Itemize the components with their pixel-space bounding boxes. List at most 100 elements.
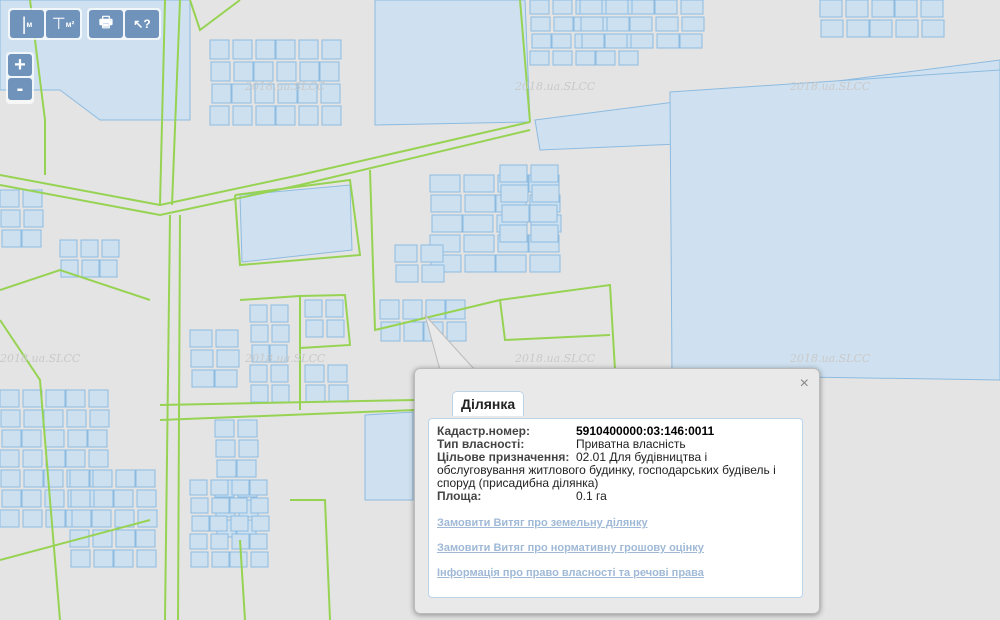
parcel[interactable] <box>656 33 680 49</box>
parcel[interactable] <box>22 389 43 408</box>
parcel[interactable] <box>553 16 574 32</box>
parcel[interactable] <box>604 33 628 49</box>
parcel[interactable] <box>869 19 893 38</box>
parcel[interactable] <box>495 254 527 273</box>
parcel[interactable] <box>463 234 495 253</box>
parcel[interactable] <box>463 174 495 193</box>
parcel[interactable] <box>321 105 342 126</box>
parcel[interactable] <box>395 264 419 283</box>
parcel[interactable] <box>630 33 654 49</box>
parcel[interactable] <box>43 409 64 428</box>
parcel[interactable] <box>394 244 418 263</box>
order-valuation-extract-link[interactable]: Замовити Витяг про нормативну грошову оц… <box>437 542 794 555</box>
parcel[interactable] <box>70 489 91 508</box>
parcel[interactable] <box>238 439 259 458</box>
parcel[interactable] <box>0 449 20 468</box>
parcel[interactable] <box>88 449 109 468</box>
parcel[interactable] <box>229 551 248 568</box>
parcel[interactable] <box>255 39 276 60</box>
parcel[interactable] <box>298 105 319 126</box>
parcel[interactable] <box>255 105 276 126</box>
parcel[interactable] <box>631 0 655 15</box>
parcel[interactable] <box>304 299 323 318</box>
parcel[interactable] <box>420 244 444 263</box>
parcel[interactable] <box>298 39 319 60</box>
parcel[interactable] <box>819 0 843 18</box>
parcel[interactable] <box>249 533 268 550</box>
parcel[interactable] <box>249 364 268 383</box>
parcel[interactable] <box>214 419 235 438</box>
parcel[interactable] <box>135 529 156 548</box>
parcel[interactable] <box>305 384 326 403</box>
parcel[interactable] <box>820 19 844 38</box>
parcel[interactable] <box>325 299 344 318</box>
parcel[interactable] <box>44 429 65 448</box>
parcel[interactable] <box>236 459 257 478</box>
parcel[interactable] <box>229 497 248 514</box>
parcel[interactable] <box>233 61 254 82</box>
parcel[interactable] <box>464 194 496 213</box>
parcel[interactable] <box>91 509 112 528</box>
parcel[interactable] <box>500 184 529 203</box>
parcel[interactable] <box>551 33 572 49</box>
parcel[interactable] <box>249 479 268 496</box>
parcel[interactable] <box>920 0 944 18</box>
parcel[interactable] <box>23 469 44 488</box>
parcel[interactable] <box>21 429 42 448</box>
parcel[interactable] <box>680 0 704 15</box>
parcel[interactable] <box>215 329 239 348</box>
parcel[interactable] <box>250 384 269 403</box>
parcel[interactable] <box>529 204 558 223</box>
parcel[interactable] <box>618 50 639 66</box>
parcel[interactable] <box>679 33 703 49</box>
parcel[interactable] <box>845 0 869 18</box>
parcel[interactable] <box>137 509 158 528</box>
parcel[interactable] <box>93 549 114 568</box>
parcel[interactable] <box>654 0 678 15</box>
parcel[interactable] <box>136 489 157 508</box>
measure-length-button[interactable]: | м <box>10 10 44 38</box>
ownership-rights-info-link[interactable]: Інформація про право власності та речові… <box>437 567 794 580</box>
parcel[interactable] <box>23 209 44 228</box>
parcel[interactable] <box>93 489 114 508</box>
parcel[interactable] <box>189 533 208 550</box>
parcel[interactable] <box>1 429 22 448</box>
parcel[interactable] <box>321 39 342 60</box>
parcel[interactable] <box>23 409 44 428</box>
parcel[interactable] <box>211 83 232 104</box>
parcel[interactable] <box>327 364 348 383</box>
parcel[interactable] <box>530 224 559 243</box>
parcel[interactable] <box>209 39 230 60</box>
parcel[interactable] <box>210 533 229 550</box>
parcel[interactable] <box>531 33 552 49</box>
parcel[interactable] <box>237 419 258 438</box>
parcel[interactable] <box>579 0 603 15</box>
parcel[interactable] <box>629 16 653 32</box>
parcel[interactable] <box>304 364 325 383</box>
parcel[interactable] <box>319 61 340 82</box>
parcel[interactable] <box>529 0 550 15</box>
parcel[interactable] <box>871 0 895 18</box>
parcel[interactable] <box>115 529 136 548</box>
parcel[interactable] <box>210 479 229 496</box>
zoom-out-button[interactable]: - <box>8 78 32 100</box>
parcel[interactable] <box>894 0 918 18</box>
parcel[interactable] <box>0 189 20 208</box>
parcel[interactable] <box>21 229 42 248</box>
parcel[interactable] <box>44 489 65 508</box>
parcel[interactable] <box>66 409 87 428</box>
close-icon[interactable]: × <box>800 375 809 393</box>
parcel[interactable] <box>499 224 528 243</box>
parcel[interactable] <box>250 497 269 514</box>
parcel[interactable] <box>21 489 42 508</box>
parcel[interactable] <box>214 369 238 388</box>
parcel[interactable] <box>251 515 270 532</box>
parcel[interactable] <box>606 16 630 32</box>
parcel[interactable] <box>59 239 78 258</box>
parcel[interactable] <box>0 209 21 228</box>
identify-button[interactable]: ↖? <box>125 10 159 38</box>
parcel[interactable] <box>92 469 113 488</box>
parcel[interactable] <box>1 229 22 248</box>
parcel[interactable] <box>215 439 236 458</box>
parcel[interactable] <box>87 429 108 448</box>
